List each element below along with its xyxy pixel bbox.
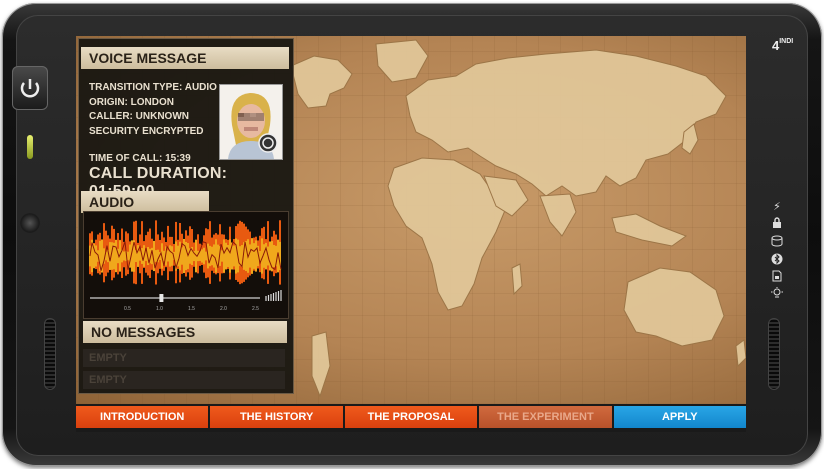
no-messages-title: NO MESSAGES <box>83 321 287 343</box>
waveform-graph: 0.5 1.0 1.5 2.0 2.5 <box>84 212 288 318</box>
audio-analyser: 0.5 1.0 1.5 2.0 2.5 <box>83 211 289 319</box>
time-of-call: TIME OF CALL: 15:39 <box>89 153 191 164</box>
tab-introduction[interactable]: INTRODUCTION <box>76 406 209 428</box>
map-landmass <box>611 213 688 247</box>
status-led <box>27 135 33 159</box>
tab-bar: INTRODUCTION THE HISTORY THE PROPOSAL TH… <box>76 406 746 428</box>
tab-apply[interactable]: APPLY <box>613 406 746 428</box>
lightning-icon: ⚡︎ <box>773 201 781 213</box>
camera-lens <box>20 213 40 233</box>
timeline-scale-label: 2.5 <box>252 306 259 312</box>
screen: VOICE MESSAGE TRANSITION TYPE: AUDIO ORI… <box>76 36 746 432</box>
timeline-scale-label: 2.0 <box>220 306 227 312</box>
map-landmass <box>290 55 353 109</box>
map-landmass <box>311 331 331 398</box>
power-button[interactable] <box>12 66 48 110</box>
timeline-scale-label: 1.5 <box>188 306 195 312</box>
voice-message-panel: VOICE MESSAGE TRANSITION TYPE: AUDIO ORI… <box>78 38 294 394</box>
call-info: TRANSITION TYPE: AUDIO ORIGIN: LONDON CA… <box>89 81 217 139</box>
map-landmass <box>623 267 725 347</box>
info-line: TRANSITION TYPE: AUDIO <box>89 82 217 93</box>
power-icon <box>20 79 40 98</box>
tab-the-experiment[interactable]: THE EXPERIMENT <box>479 406 612 428</box>
caller-avatar[interactable] <box>219 84 283 160</box>
lock-icon <box>770 217 784 232</box>
timeline-scale-label: 1.0 <box>156 306 163 312</box>
voice-message-title: VOICE MESSAGE <box>81 47 289 69</box>
audio-analyser-title: AUDIO ANALYSER <box>81 191 209 232</box>
playhead-handle[interactable] <box>159 294 164 302</box>
tab-the-proposal[interactable]: THE PROPOSAL <box>344 406 478 428</box>
map-landmass <box>735 339 746 368</box>
timeline-scale-label: 0.5 <box>124 306 131 312</box>
map-landmass <box>539 193 577 237</box>
left-speaker-grille <box>44 318 56 390</box>
message-slot[interactable]: EMPTY <box>83 349 285 367</box>
brand-logo: 4INDI <box>772 38 794 53</box>
sim-icon <box>770 270 784 285</box>
messages-section: NO MESSAGES EMPTY EMPTY <box>81 321 289 393</box>
info-line: CALLER: UNKNOWN <box>89 111 189 122</box>
right-speaker-grille <box>768 318 780 390</box>
map-landmass <box>511 263 523 296</box>
lightbulb-icon <box>770 287 784 302</box>
info-line: ORIGIN: LONDON <box>89 96 174 108</box>
database-icon <box>770 235 784 250</box>
message-slot[interactable]: EMPTY <box>83 371 285 389</box>
info-line: SECURITY ENCRYPTED <box>89 125 204 137</box>
map-landmass <box>375 39 429 83</box>
bluetooth-icon <box>770 253 784 268</box>
tab-the-history[interactable]: THE HISTORY <box>210 406 343 428</box>
